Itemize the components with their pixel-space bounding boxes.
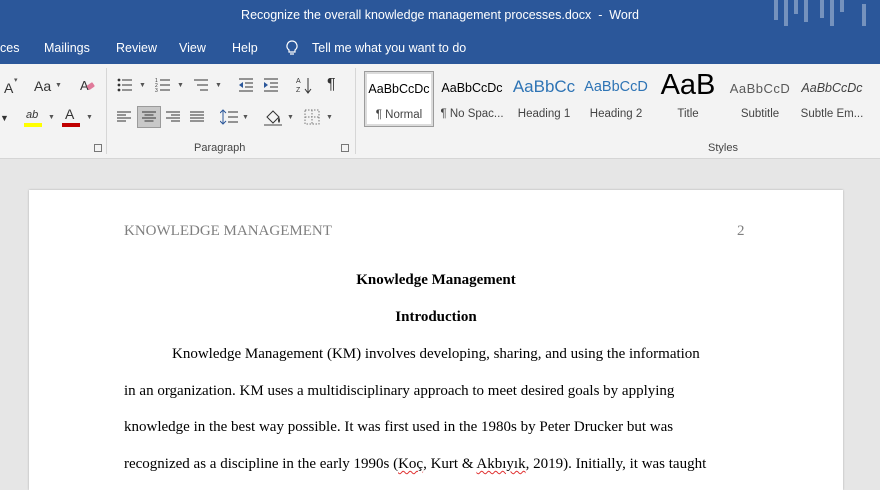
style-subtitle[interactable]: AaBbCcD Subtitle bbox=[725, 71, 795, 127]
font-color-swatch bbox=[62, 123, 80, 127]
shading-dropdown-icon[interactable]: ▼ bbox=[287, 114, 294, 121]
tell-me-search[interactable]: Tell me what you want to do bbox=[312, 41, 466, 55]
style-heading-2[interactable]: AaBbCcD Heading 2 bbox=[581, 71, 651, 127]
ribbon-tabs: ces Mailings Review View Help Tell me wh… bbox=[0, 32, 880, 64]
paragraph-group-label: Paragraph bbox=[194, 142, 246, 154]
style-title-sample: AaB bbox=[660, 71, 716, 101]
highlight-button[interactable]: ab bbox=[24, 108, 44, 128]
style-normal-sample: AaBbCcDc bbox=[368, 82, 430, 96]
svg-text:A: A bbox=[296, 78, 301, 85]
font-dialog-launcher-icon[interactable] bbox=[94, 144, 102, 152]
style-subtitle-label: Subtitle bbox=[740, 108, 780, 120]
svg-text:3: 3 bbox=[155, 88, 158, 92]
style-subtle-emphasis-sample: AaBbCcDc bbox=[801, 81, 863, 95]
borders-dropdown-icon[interactable]: ▼ bbox=[326, 114, 333, 121]
align-center-icon bbox=[142, 111, 156, 122]
paragraph-line: knowledge in the best way possible. It w… bbox=[124, 419, 674, 435]
style-normal[interactable]: AaBbCcDc ¶ Normal bbox=[364, 71, 434, 127]
highlight-color-swatch bbox=[24, 123, 42, 127]
justify-icon[interactable] bbox=[190, 111, 204, 123]
running-head: KNOWLEDGE MANAGEMENT bbox=[124, 223, 332, 239]
highlight-icon: ab bbox=[26, 109, 39, 121]
line-spacing-icon[interactable] bbox=[220, 109, 238, 125]
tab-view[interactable]: View bbox=[179, 41, 206, 55]
title-bar: Recognize the overall knowledge manageme… bbox=[0, 0, 880, 32]
change-case-icon[interactable]: Aa bbox=[34, 78, 51, 94]
spelling-error-word[interactable]: Akbıyık bbox=[476, 456, 525, 472]
sort-icon[interactable]: AZ bbox=[296, 76, 312, 94]
group-separator bbox=[106, 68, 107, 154]
style-normal-label: ¶ Normal bbox=[375, 109, 423, 121]
styles-group-label: Styles bbox=[708, 142, 738, 154]
svg-text:Z: Z bbox=[296, 87, 301, 94]
line-text: , Kurt & bbox=[423, 456, 477, 472]
section-heading: Introduction bbox=[395, 309, 477, 325]
shading-icon[interactable] bbox=[264, 108, 282, 126]
document-title: Knowledge Management bbox=[356, 272, 516, 288]
font-color-dropdown-left-icon[interactable]: ▼ bbox=[0, 110, 9, 126]
tab-mailings[interactable]: Mailings bbox=[44, 41, 90, 55]
spelling-error-word[interactable]: Koç bbox=[398, 456, 423, 472]
line-spacing-dropdown-icon[interactable]: ▼ bbox=[242, 114, 249, 121]
document-page[interactable]: KNOWLEDGE MANAGEMENT 2 Knowledge Managem… bbox=[29, 190, 843, 490]
style-subtle-emphasis-label: Subtle Em... bbox=[800, 108, 864, 120]
highlight-dropdown-icon[interactable]: ▼ bbox=[48, 114, 55, 121]
multilevel-list-icon[interactable] bbox=[193, 78, 209, 92]
paragraph-line: in an organization. KM uses a multidisci… bbox=[124, 383, 675, 399]
paragraph-line: Knowledge Management (KM) involves devel… bbox=[172, 346, 700, 362]
line-text: , 2019). Initially, it was taught bbox=[525, 456, 707, 472]
tab-references[interactable]: ces bbox=[0, 41, 19, 55]
shrink-font-icon[interactable]: A bbox=[4, 80, 13, 96]
align-center-button[interactable] bbox=[137, 106, 161, 128]
shrink-font-arrow-icon: ▾ bbox=[14, 77, 18, 84]
style-heading-1[interactable]: AaBbCc Heading 1 bbox=[509, 71, 579, 127]
numbering-dropdown-icon[interactable]: ▼ bbox=[177, 82, 184, 89]
style-no-spacing[interactable]: AaBbCcDc ¶ No Spac... bbox=[437, 71, 507, 127]
font-color-icon: A bbox=[65, 106, 75, 122]
align-right-icon[interactable] bbox=[166, 111, 180, 123]
style-heading-2-label: Heading 2 bbox=[589, 108, 643, 120]
decrease-indent-icon[interactable] bbox=[238, 78, 254, 92]
page-number: 2 bbox=[737, 223, 745, 239]
style-no-spacing-label: ¶ No Spac... bbox=[440, 108, 504, 120]
style-title-label: Title bbox=[677, 108, 699, 120]
align-left-icon[interactable] bbox=[117, 111, 131, 123]
ribbon: A ▾ Aa ▼ A ▼ ab ▼ A ▼ ▼ 123 ▼ ▼ AZ ¶ ▼ ▼… bbox=[0, 64, 880, 159]
bullets-dropdown-icon[interactable]: ▼ bbox=[139, 82, 146, 89]
title-bar-decoration bbox=[774, 0, 866, 26]
style-subtle-emphasis[interactable]: AaBbCcDc Subtle Em... bbox=[797, 71, 867, 127]
font-color-dropdown-icon[interactable]: ▼ bbox=[86, 114, 93, 121]
style-no-spacing-sample: AaBbCcDc bbox=[441, 81, 503, 95]
style-title[interactable]: AaB Title bbox=[653, 71, 723, 127]
numbering-icon[interactable]: 123 bbox=[155, 78, 171, 92]
style-subtitle-sample: AaBbCcD bbox=[729, 81, 791, 96]
tab-review[interactable]: Review bbox=[116, 41, 157, 55]
borders-icon[interactable] bbox=[304, 109, 320, 125]
clear-formatting-icon[interactable]: A bbox=[79, 77, 95, 93]
show-formatting-marks-icon[interactable]: ¶ bbox=[327, 77, 336, 93]
style-heading-2-sample: AaBbCcD bbox=[584, 79, 648, 95]
paragraph-dialog-launcher-icon[interactable] bbox=[341, 144, 349, 152]
line-text: recognized as a discipline in the early … bbox=[124, 456, 399, 472]
font-color-button[interactable]: A bbox=[62, 106, 82, 128]
styles-gallery: AaBbCcDc ¶ Normal AaBbCcDc ¶ No Spac... … bbox=[364, 71, 880, 127]
increase-indent-icon[interactable] bbox=[263, 78, 279, 92]
style-heading-1-sample: AaBbCc bbox=[512, 77, 576, 96]
multilevel-dropdown-icon[interactable]: ▼ bbox=[215, 82, 222, 89]
group-separator bbox=[355, 68, 356, 154]
style-heading-1-label: Heading 1 bbox=[517, 108, 571, 120]
change-case-dropdown-icon[interactable]: ▼ bbox=[55, 82, 62, 89]
window-title: Recognize the overall knowledge manageme… bbox=[241, 8, 639, 22]
tab-help[interactable]: Help bbox=[232, 41, 258, 55]
paragraph-line: recognized as a discipline in the early … bbox=[124, 456, 706, 473]
lightbulb-icon[interactable] bbox=[286, 40, 298, 56]
bullets-icon[interactable] bbox=[117, 78, 133, 92]
